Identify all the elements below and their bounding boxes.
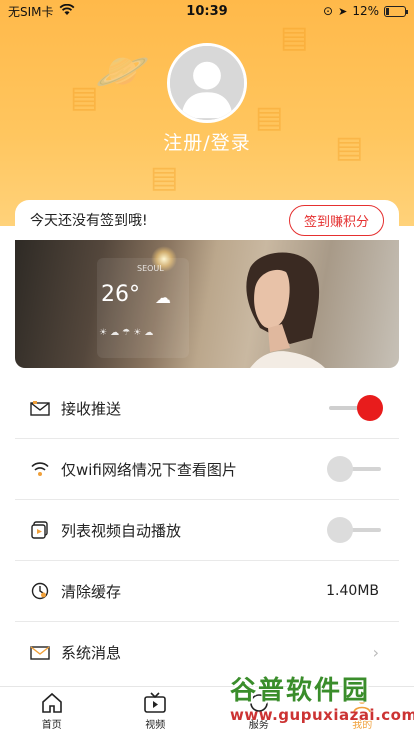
settings-list: 接收推送 仅wifi网络情况下查看图片 列表视频自动播放 清除缓存 1.40MB… [15,378,399,683]
forecast-icons: ☀☁☂☀☁ [99,328,157,338]
tv-icon [144,692,167,713]
wifi-status-icon [59,3,75,19]
newspaper-decoration: ▤ [150,160,179,195]
mail-icon [29,642,51,664]
autoplay-toggle[interactable] [327,515,383,545]
tab-home[interactable]: 首页 [0,687,104,736]
setting-label-messages: 系统消息 [61,644,122,662]
inbox-icon [29,397,51,419]
video-play-icon [29,519,51,541]
newspaper-decoration: ▤ [280,20,309,55]
push-toggle[interactable] [327,393,383,423]
setting-row-push: 接收推送 [15,378,399,439]
hud-city: SEOUL [137,264,164,273]
user-avatar-icon [170,46,244,120]
hud-temperature: 26° [101,282,140,307]
watermark-url: www.gupuxiazai.com [230,706,414,724]
wifi-icon [29,458,51,480]
setting-label-push: 接收推送 [61,399,122,418]
carrier-text: 无SIM卡 [8,4,54,19]
woman-photo [246,252,325,368]
promo-banner[interactable]: SEOUL 26° ☁ ☀☁☂☀☁ [15,240,399,368]
tab-video[interactable]: 视频 [104,687,208,736]
signin-card: 今天还没有签到哦! 签到赚积分 [15,200,399,240]
newspaper-decoration: ▤ [70,80,99,115]
tab-label: 视频 [145,720,166,731]
chevron-right-icon: › [372,643,379,662]
wifi-images-toggle[interactable] [327,454,383,484]
clock-icon [29,580,51,602]
signin-button[interactable]: 签到赚积分 [288,204,384,236]
setting-row-autoplay: 列表视频自动播放 [15,500,399,561]
battery-icon [384,5,408,17]
tab-label: 首页 [41,720,62,731]
cloud-icon: ☁ [155,288,171,307]
home-icon [41,692,62,713]
weather-hud: SEOUL 26° ☁ ☀☁☂☀☁ [97,258,189,358]
setting-label-cache: 清除缓存 [61,582,122,601]
battery-percent: 12% [352,4,379,18]
setting-row-cache[interactable]: 清除缓存 1.40MB [15,561,399,622]
rotation-lock-icon: ⊙ [323,4,334,18]
setting-label-autoplay: 列表视频自动播放 [61,521,182,540]
cache-size: 1.40MB [326,583,379,599]
clock-time: 10:39 [186,3,228,19]
avatar[interactable] [167,43,247,123]
status-bar: 无SIM卡 10:39 ⊙ ➤ 12% [0,0,414,22]
signin-message: 今天还没有签到哦! [30,213,148,229]
site-watermark: 谷普软件园 www.gupuxiazai.com [226,668,414,736]
setting-label-wifi-images: 仅wifi网络情况下查看图片 [61,460,237,479]
setting-row-wifi-images: 仅wifi网络情况下查看图片 [15,439,399,500]
planet-decoration: 🪐 [95,46,150,97]
login-register-link[interactable]: 注册/登录 [0,128,414,155]
watermark-title: 谷普软件园 [230,676,371,706]
profile-header: 🪐 ▤ ▤ ▤ ▤ ▤ 注册/登录 [0,0,414,226]
location-icon: ➤ [338,4,348,18]
